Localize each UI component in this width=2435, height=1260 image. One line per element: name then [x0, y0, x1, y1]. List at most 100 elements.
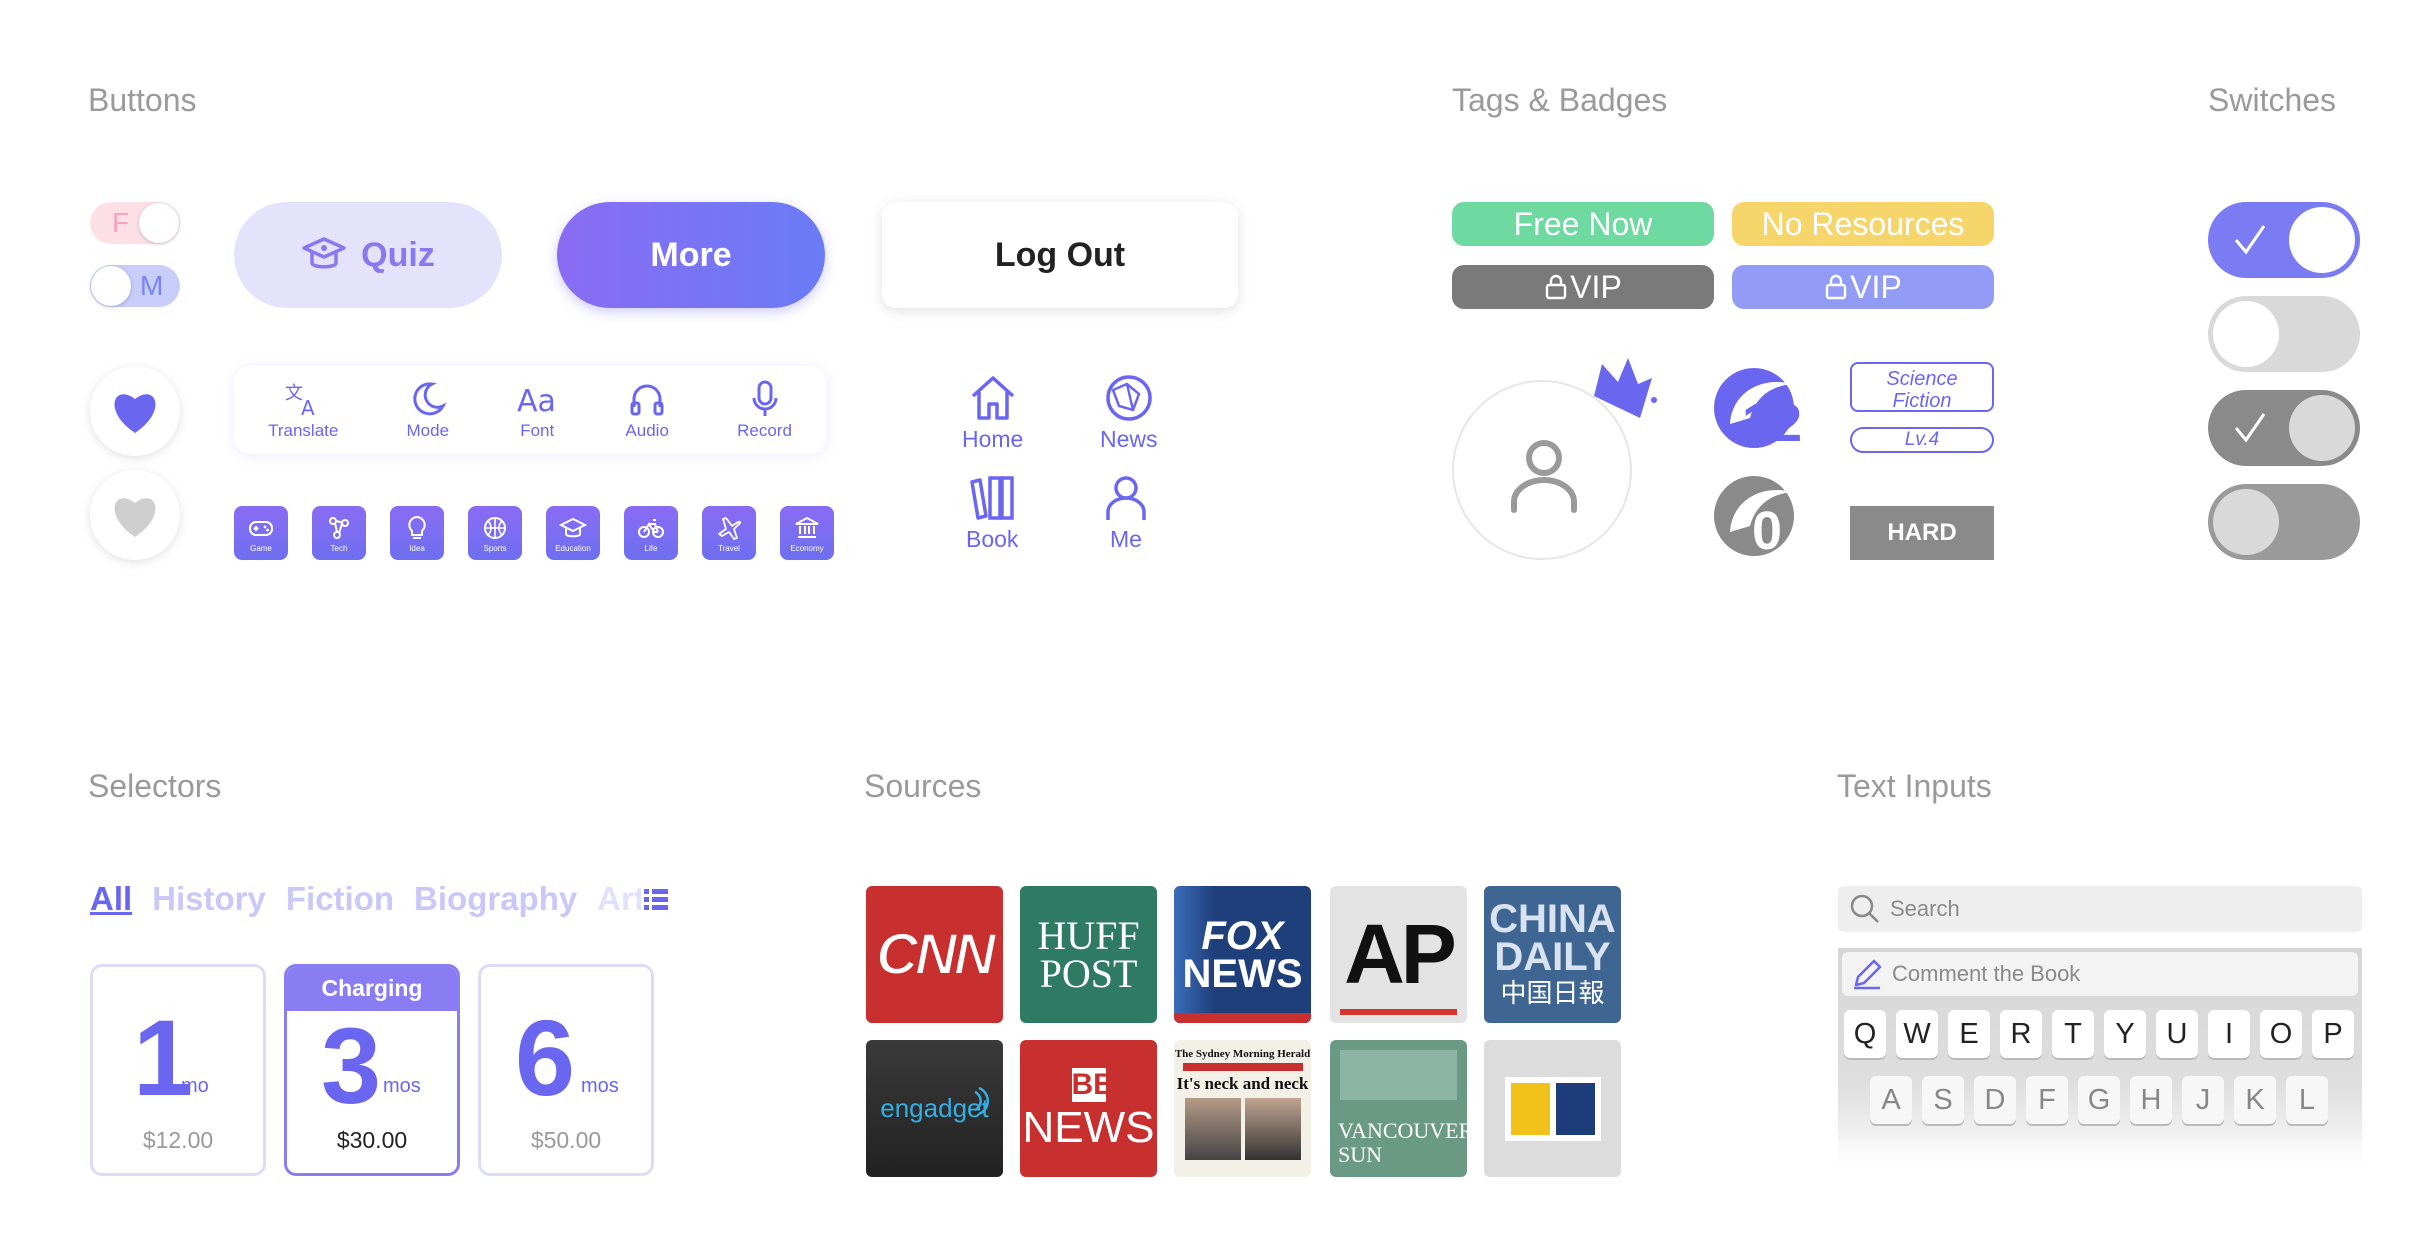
toolbar-label: Font	[520, 421, 555, 440]
category-travel[interactable]: Travel	[702, 506, 756, 560]
key[interactable]: U	[2156, 1010, 2198, 1058]
logout-button[interactable]: Log Out	[882, 202, 1238, 308]
switch-off[interactable]	[2208, 296, 2360, 372]
plan-price: $12.00	[142, 1127, 214, 1153]
toggle-label-f: F	[112, 207, 130, 238]
plan-card-3mos[interactable]: Charging 3 mos $30.00	[284, 964, 460, 1176]
nav-label: Me	[1110, 526, 1142, 552]
more-button[interactable]: More	[557, 202, 825, 308]
source-foxnews[interactable]: FOX NEWS	[1174, 886, 1311, 1023]
toolbar-translate[interactable]: 文A Translate	[268, 379, 338, 441]
nav-book[interactable]: Book	[966, 472, 1018, 553]
headphones-icon	[630, 384, 664, 416]
toolbar-record[interactable]: Record	[737, 379, 792, 441]
home-icon	[971, 376, 1014, 420]
category-sports[interactable]: Sports	[468, 506, 522, 560]
heart-icon	[114, 498, 156, 537]
tab-art[interactable]: Art	[597, 880, 641, 918]
source-vancouversun[interactable]: VANCOUVER SUN	[1330, 1040, 1467, 1177]
key[interactable]: P	[2312, 1010, 2354, 1058]
key[interactable]: G	[2078, 1076, 2120, 1124]
key[interactable]: I	[2208, 1010, 2250, 1058]
like-button-active[interactable]	[90, 366, 180, 456]
category-life[interactable]: Life	[624, 506, 678, 560]
category-idea[interactable]: Idea	[390, 506, 444, 560]
gender-toggle-m[interactable]: M	[90, 265, 180, 307]
fox-red-bar	[1174, 1013, 1311, 1023]
category-label: Travel	[718, 543, 740, 553]
nav-home[interactable]: Home	[962, 372, 1023, 453]
source-smh[interactable]: The Sydney Morning Herald It's neck and …	[1174, 1040, 1311, 1177]
gender-toggle-f[interactable]: F	[90, 202, 180, 244]
bbc-letters: BBC	[1071, 1067, 1137, 1102]
logout-label: Log Out	[994, 235, 1126, 274]
toolbar-audio[interactable]: Audio	[625, 379, 669, 441]
section-title-inputs: Text Inputs	[1837, 768, 1992, 804]
comment-input[interactable]: Comment the Book	[1842, 952, 2358, 996]
translate-icon: 文A	[285, 383, 315, 419]
toolbar-font[interactable]: Aa Font	[517, 379, 557, 441]
key[interactable]: L	[2286, 1076, 2328, 1124]
toolbar-label: Record	[737, 421, 792, 440]
bicycle-icon	[638, 518, 664, 538]
switch-off-disabled[interactable]	[2208, 484, 2360, 560]
key[interactable]: Q	[1844, 1010, 1886, 1058]
basketball-icon	[484, 516, 506, 539]
tab-biography[interactable]: Biography	[414, 880, 577, 918]
nav-me[interactable]: Me	[1100, 472, 1152, 553]
switch-on[interactable]	[2208, 202, 2360, 278]
category-game[interactable]: Game	[234, 506, 288, 560]
key[interactable]: J	[2182, 1076, 2224, 1124]
section-title-tags: Tags & Badges	[1452, 82, 1668, 118]
toolbar-mode[interactable]: Mode	[406, 379, 450, 441]
source-chinadaily[interactable]: CHINA DAILY 中国日報	[1484, 886, 1621, 1023]
key[interactable]: R	[2000, 1010, 2042, 1058]
tab-history[interactable]: History	[152, 880, 266, 918]
chinadaily-logo-line1: CHINA	[1489, 896, 1616, 941]
source-bbcnews[interactable]: BBC NEWS	[1020, 1040, 1157, 1177]
key[interactable]: O	[2260, 1010, 2302, 1058]
check-icon	[2234, 225, 2266, 255]
key[interactable]: S	[1922, 1076, 1964, 1124]
nav-label: Book	[966, 526, 1019, 552]
like-button-inactive[interactable]	[90, 470, 180, 560]
key[interactable]: D	[1974, 1076, 2016, 1124]
category-label: Education	[555, 543, 591, 553]
vip-label: VIP	[1570, 268, 1622, 305]
key[interactable]: E	[1948, 1010, 1990, 1058]
tab-all[interactable]: All	[90, 880, 132, 918]
key[interactable]: W	[1896, 1010, 1938, 1058]
search-input[interactable]: Search	[1838, 886, 2362, 932]
plan-card-6mos[interactable]: 6 mos $50.00	[478, 964, 654, 1176]
key[interactable]: Y	[2104, 1010, 2146, 1058]
key[interactable]: F	[2026, 1076, 2068, 1124]
key[interactable]: H	[2130, 1076, 2172, 1124]
category-education[interactable]: Education	[546, 506, 600, 560]
airplane-icon	[718, 516, 741, 540]
nav-news[interactable]: News	[1100, 372, 1158, 453]
source-cnn[interactable]: CNN	[866, 886, 1003, 1023]
level-badge-inactive: 0	[1712, 470, 1802, 561]
source-ap[interactable]: AP	[1330, 886, 1467, 1023]
key[interactable]: A	[1870, 1076, 1912, 1124]
bbc-news-label: NEWS	[1022, 1102, 1155, 1152]
plan-card-1mo[interactable]: 1 mo $12.00	[90, 964, 266, 1176]
category-tech[interactable]: Tech	[312, 506, 366, 560]
source-engadget[interactable]: engadget	[866, 1040, 1003, 1177]
plan-months: 6	[515, 997, 576, 1118]
category-tabs: All History Fiction Biography Art	[90, 880, 669, 918]
switch-on-disabled[interactable]	[2208, 390, 2360, 466]
source-huffpost[interactable]: HUFF POST	[1020, 886, 1157, 1023]
list-menu-icon[interactable]	[643, 887, 669, 911]
level-tag: Lv.4	[1850, 427, 1994, 453]
tag-free-now: Free Now	[1452, 202, 1714, 246]
toolbar-label: Mode	[406, 421, 450, 440]
quiz-button[interactable]: Quiz	[234, 202, 502, 308]
fox-logo-line2: NEWS	[1182, 951, 1303, 996]
category-economy[interactable]: Economy	[780, 506, 834, 560]
key[interactable]: K	[2234, 1076, 2276, 1124]
tab-fiction[interactable]: Fiction	[286, 880, 394, 918]
source-generic[interactable]	[1484, 1040, 1621, 1177]
bbc-blocks: BBC	[1071, 1067, 1137, 1102]
key[interactable]: T	[2052, 1010, 2094, 1058]
